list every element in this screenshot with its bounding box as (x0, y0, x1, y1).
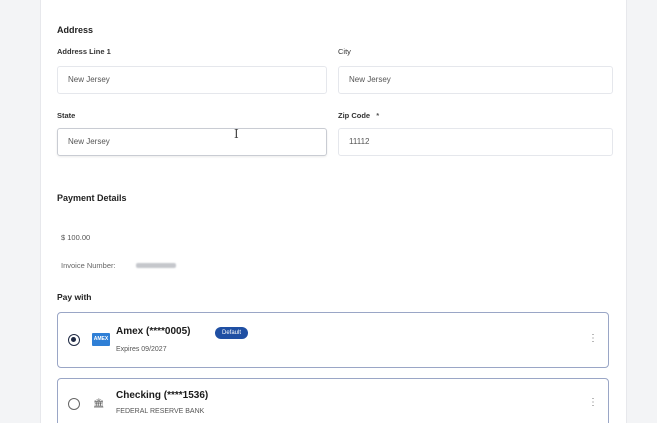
zip-label-text: Zip Code (338, 111, 371, 120)
payment-method-checking[interactable]: 🏛 Checking (****1536) FEDERAL RESERVE BA… (57, 378, 609, 423)
payment-amount: $ 100.00 (61, 233, 91, 242)
amex-radio[interactable] (68, 334, 80, 346)
payment-section-title: Payment Details (57, 193, 127, 203)
default-badge: Default (215, 327, 249, 339)
invoice-number-label: Invoice Number: (61, 261, 116, 270)
amex-card-icon: AMEX (92, 333, 110, 346)
payment-method-amex[interactable]: AMEX Amex (****0005) Default Expires 09/… (57, 312, 609, 368)
amex-title: Amex (****0005) (116, 326, 191, 337)
state-field[interactable]: New Jersey (57, 128, 327, 156)
city-field[interactable]: New Jersey (338, 66, 613, 94)
checking-title: Checking (****1536) (116, 390, 209, 401)
address-line1-field[interactable]: New Jersey (57, 66, 327, 94)
text-cursor-icon: I (234, 127, 239, 141)
checking-radio[interactable] (68, 398, 80, 410)
invoice-number-redacted (136, 263, 176, 268)
zip-field[interactable]: 11112 (338, 128, 613, 156)
amex-expiry: Expires 09/2027 (116, 346, 167, 353)
zip-label: Zip Code * (338, 111, 379, 120)
address-section-title: Address (57, 25, 94, 35)
city-label: City (338, 47, 351, 56)
address-line1-label: Address Line 1 (57, 47, 111, 56)
bank-icon: 🏛 (93, 398, 105, 408)
state-label: State (57, 111, 76, 120)
checking-more-icon[interactable]: ⋮ (588, 397, 598, 408)
amex-more-icon[interactable]: ⋮ (588, 333, 598, 344)
pay-with-label: Pay with (57, 292, 92, 302)
zip-required-mark: * (376, 111, 380, 120)
checking-bank-name: FEDERAL RESERVE BANK (116, 408, 205, 415)
checkout-panel: Address Address Line 1 New Jersey City N… (40, 0, 627, 423)
